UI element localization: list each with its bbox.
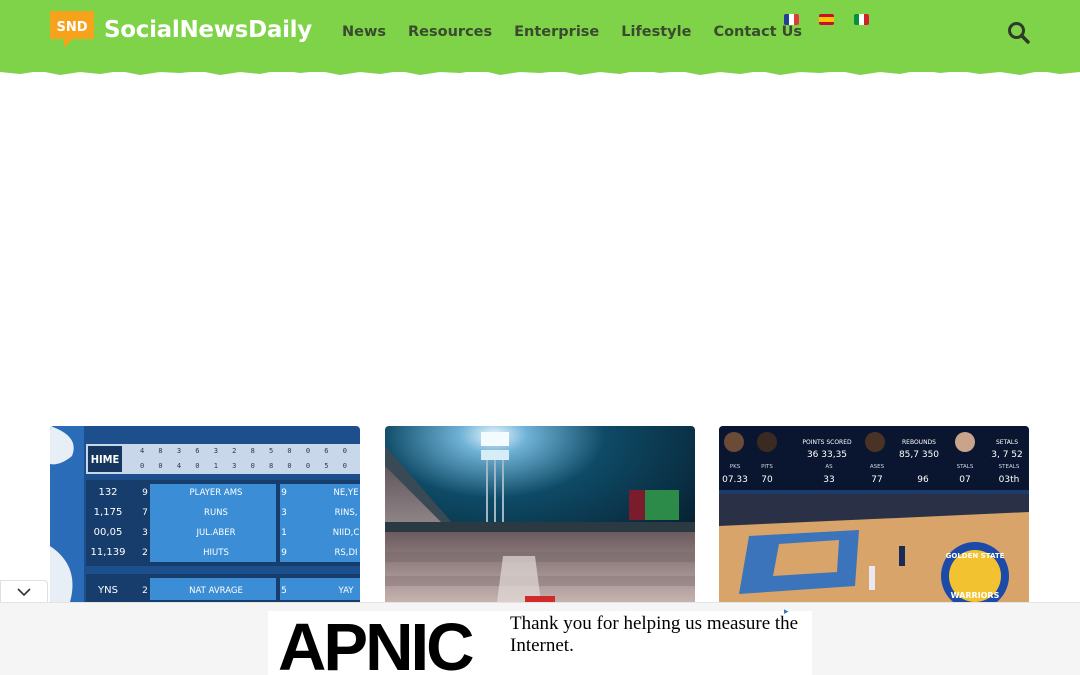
ad-banner: APNIC Thank you for helping us measure t… <box>0 602 1080 675</box>
ad-choices-icon[interactable]: ▸ <box>784 606 789 617</box>
french-flag-icon[interactable] <box>784 14 799 25</box>
scoreboard-row-right-num: 3 <box>281 508 287 518</box>
bb-stat-1-label: POINTS SCORED <box>802 439 852 446</box>
scoreboard-row-num: 1,175 <box>94 507 123 518</box>
baseball-scoreboard-image: HIME 4 8 3 6 3 2 8 5 0 0 6 0 6 0 0 0 4 0… <box>50 426 360 602</box>
bk-lower-label: STALS <box>957 464 974 470</box>
nav-contact-us[interactable]: Contact Us <box>713 24 802 40</box>
scoreboard-row-mid: 3 <box>142 528 148 538</box>
ad-brand-logo: APNIC <box>278 611 474 675</box>
bk-lower-label: PITS <box>761 464 773 470</box>
ad-creative[interactable]: APNIC Thank you for helping us measure t… <box>268 611 812 675</box>
search-icon[interactable] <box>1006 20 1032 46</box>
site-header: SND SocialNewsDaily News Resources Enter… <box>0 0 1080 72</box>
scoreboard-row-label: HIUTS <box>203 548 229 558</box>
bk-lower-value: 33 <box>823 475 834 485</box>
scoreboard-row-right: RINS, <box>335 508 358 518</box>
bb-stat-2-values: 85,7 350 <box>899 450 939 460</box>
bk-lower-value: 03th <box>999 475 1020 485</box>
scoreboard-row-label: RUNS <box>204 508 228 518</box>
article-card-stadium[interactable] <box>385 426 695 602</box>
bk-lower-value: 70 <box>761 475 773 485</box>
bk-lower-label: AS <box>825 464 833 470</box>
bb-stat-1-values: 36 33,35 <box>807 450 847 460</box>
scoreboard-row-mid: 2 <box>142 548 148 558</box>
logo-text: SocialNewsDaily <box>104 17 312 43</box>
scoreboard-footer-mid: 2 <box>142 586 148 596</box>
scoreboard-row-mid: 9 <box>142 488 148 498</box>
ad-collapse-button[interactable] <box>0 580 48 602</box>
bk-lower-label: PKS <box>730 464 741 470</box>
bb-stat-2-label: REBOUNDS <box>902 439 936 446</box>
chevron-down-icon <box>17 587 31 596</box>
scoreboard-row-label: JUL.ABER <box>195 528 235 538</box>
nav-resources[interactable]: Resources <box>408 24 492 40</box>
italian-flag-icon[interactable] <box>854 14 869 25</box>
bk-lower-value: 07 <box>959 475 970 485</box>
logo-mark-icon: SND <box>50 11 96 49</box>
bb-stat-3-values: 3, 7 52 <box>991 450 1023 460</box>
scoreboard-row-right: RS,DI <box>334 548 357 558</box>
stadium-photo-image <box>385 426 695 602</box>
scoreboard-footer-num: YNS <box>97 585 118 596</box>
bk-lower-label: STEALS <box>999 464 1020 470</box>
scoreboard-footer-right: YAY <box>338 586 355 596</box>
scoreboard-row-mid: 7 <box>142 508 148 518</box>
language-switcher <box>784 14 869 25</box>
scoreboard-row-num: 11,139 <box>91 547 126 558</box>
team-text: GOLDEN STATE <box>946 552 1005 560</box>
scoreboard-header-label: HIME <box>91 453 120 466</box>
scoreboard-footer-right-num: 5 <box>281 586 287 596</box>
article-card-basketball[interactable]: POINTS SCORED 36 33,35 REBOUNDS 85,7 350… <box>719 426 1029 602</box>
ad-message: Thank you for helping us measure the Int… <box>510 613 799 656</box>
scoreboard-row-right: NIID,C <box>333 528 360 538</box>
bb-stat-3-label: SETALS <box>996 439 1018 446</box>
team-sub: WARRIORS <box>951 591 1000 600</box>
scoreboard-row-right: NE,YE <box>334 488 359 498</box>
scoreboard-row-right-num: 9 <box>281 488 287 498</box>
scoreboard-row-right-num: 1 <box>281 528 287 538</box>
bk-lower-label: ASES <box>870 464 885 470</box>
innings-top: 4 8 3 6 3 2 8 5 0 0 6 0 6 0 <box>140 447 360 455</box>
scoreboard-row-num: 00,05 <box>94 527 123 538</box>
bk-lower-value: 77 <box>871 475 882 485</box>
logo-mark-text: SND <box>56 20 87 35</box>
scoreboard-footer-label: NAT AVRAGE <box>189 586 243 596</box>
site-logo[interactable]: SND SocialNewsDaily <box>50 11 312 49</box>
nav-news[interactable]: News <box>342 24 386 40</box>
header-torn-edge <box>0 66 1080 75</box>
main-nav: News Resources Enterprise Lifestyle Cont… <box>342 24 802 40</box>
nav-lifestyle[interactable]: Lifestyle <box>621 24 691 40</box>
bk-lower-value: 96 <box>917 475 929 485</box>
article-card-baseball[interactable]: HIME 4 8 3 6 3 2 8 5 0 0 6 0 6 0 0 0 4 0… <box>50 426 360 602</box>
spanish-flag-icon[interactable] <box>819 14 834 25</box>
bk-lower-value: 07.33 <box>722 475 748 485</box>
basketball-scoreboard-image: POINTS SCORED 36 33,35 REBOUNDS 85,7 350… <box>719 426 1029 602</box>
scoreboard-row-num: 132 <box>98 487 117 498</box>
nav-enterprise[interactable]: Enterprise <box>514 24 599 40</box>
innings-bottom: 0 0 4 0 1 3 0 8 0 0 5 0 0 3 <box>140 462 360 470</box>
scoreboard-row-label: PLAYER AMS <box>190 488 243 498</box>
scoreboard-row-right-num: 9 <box>281 548 287 558</box>
